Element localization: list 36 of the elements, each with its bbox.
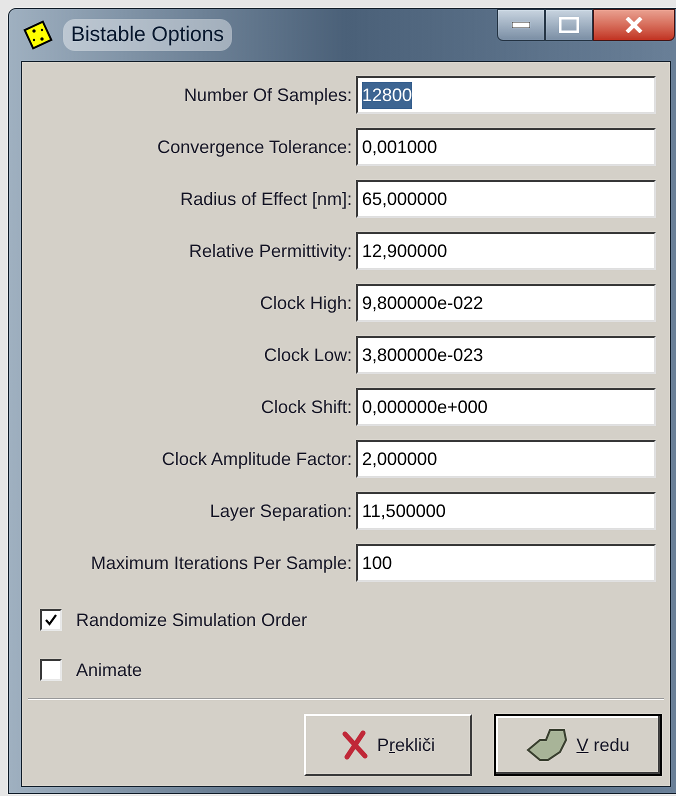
input-field[interactable]: 3,800000e-023 bbox=[356, 336, 656, 374]
minimize-icon bbox=[512, 22, 530, 28]
input-field[interactable]: 11,500000 bbox=[356, 492, 656, 530]
cancel-button[interactable]: Prekliči bbox=[304, 714, 472, 776]
ok-button[interactable]: V redu bbox=[494, 714, 662, 776]
window-title: Bistable Options bbox=[63, 19, 232, 51]
cross-icon bbox=[340, 730, 369, 760]
close-button[interactable] bbox=[593, 9, 675, 41]
close-icon bbox=[625, 17, 643, 33]
input-field[interactable]: 0,001000 bbox=[356, 128, 656, 166]
field-label: Clock Shift: bbox=[260, 396, 353, 418]
input-field[interactable]: 12800 bbox=[356, 76, 656, 114]
input-field[interactable]: 9,800000e-022 bbox=[356, 284, 656, 322]
field-label: Layer Separation: bbox=[208, 500, 353, 523]
input-field[interactable]: 0,000000e+000 bbox=[356, 388, 656, 426]
field-label: Convergence Tolerance: bbox=[156, 136, 353, 159]
field-label: Clock Low: bbox=[262, 344, 353, 366]
maximize-button[interactable] bbox=[545, 9, 593, 41]
check-icon bbox=[44, 613, 58, 627]
field-label: Number Of Samples: bbox=[182, 84, 353, 107]
hand-icon bbox=[526, 726, 568, 764]
input-field[interactable]: 100 bbox=[356, 544, 656, 582]
maximize-icon bbox=[559, 17, 579, 33]
field-label: Clock High: bbox=[258, 292, 353, 315]
input-field[interactable]: 65,000000 bbox=[356, 180, 656, 218]
field-label: Radius of Effect [nm]: bbox=[179, 188, 353, 211]
input-field[interactable]: 2,000000 bbox=[356, 440, 656, 478]
input-field[interactable]: 12,900000 bbox=[356, 232, 656, 270]
checkbox[interactable] bbox=[40, 609, 62, 631]
minimize-button[interactable] bbox=[497, 9, 545, 41]
checkbox[interactable] bbox=[40, 659, 62, 681]
field-label: Clock Amplitude Factor: bbox=[160, 448, 353, 471]
checkbox-label: Randomize Simulation Order bbox=[76, 608, 308, 632]
field-label: Maximum Iterations Per Sample: bbox=[90, 552, 353, 575]
checkbox-label: Animate bbox=[76, 658, 142, 682]
field-label: Relative Permittivity: bbox=[188, 240, 353, 263]
